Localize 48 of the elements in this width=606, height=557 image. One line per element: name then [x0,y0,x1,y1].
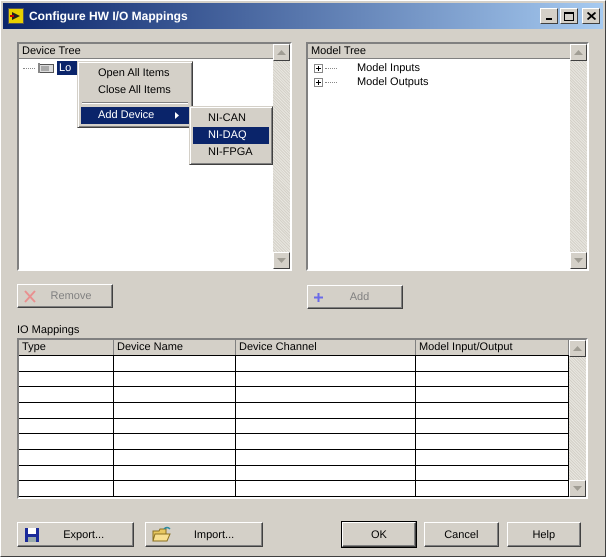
column-header[interactable]: Device Name [114,340,236,355]
down-arrow-icon [573,486,582,491]
tree-item[interactable]: Model Outputs [355,75,431,89]
scroll-up-button[interactable] [570,44,587,61]
menu-item[interactable]: Add Device [81,107,189,124]
scrollbar[interactable] [273,44,290,269]
maximize-icon [564,12,574,20]
up-arrow-icon [574,50,583,55]
expand-icon[interactable] [314,78,323,86]
cross-icon [24,290,36,302]
scroll-down-button[interactable] [273,252,290,269]
folder-icon [152,526,172,543]
menu-item[interactable]: NI-CAN [193,110,269,127]
column-header: Model Tree [308,44,570,59]
minimize-button[interactable] [540,8,558,24]
tree-item[interactable]: Model Inputs [355,61,422,75]
chassis-icon [37,62,55,74]
submenu-arrow-icon [175,112,179,119]
menu-item[interactable]: Open All Items [81,65,189,82]
section-label: IO Mappings [17,323,80,338]
column-header: Device Tree [19,44,273,59]
scrollbar[interactable] [570,44,587,269]
menu-item[interactable]: NI-DAQ [193,127,269,144]
up-arrow-icon [573,346,582,351]
up-arrow-icon [277,50,286,55]
import-button[interactable]: Import... [145,522,263,547]
dialog-button[interactable]: Help [506,522,581,547]
export-button[interactable]: Export... [17,522,134,547]
expand-icon[interactable] [314,64,323,72]
scroll-up-button[interactable] [273,44,290,61]
close-icon [586,12,596,20]
scrollbar[interactable] [569,340,586,497]
maximize-button[interactable] [560,8,578,24]
scroll-up-button[interactable] [569,340,586,357]
close-button[interactable] [582,8,600,24]
app-icon [8,8,24,24]
scroll-down-button[interactable] [569,480,586,497]
column-header[interactable]: Device Channel [236,340,416,355]
menu-item[interactable]: Close All Items [81,82,189,99]
column-header[interactable]: Type [19,340,114,355]
window-title: Configure HW I/O Mappings [29,9,189,23]
down-arrow-icon [574,258,583,263]
plus-icon [314,292,323,302]
down-arrow-icon [277,258,286,263]
dialog-button[interactable]: Cancel [424,522,499,547]
menu-item[interactable]: NI-FPGA [193,144,269,161]
dialog-button[interactable]: OK [342,522,416,547]
scroll-down-button[interactable] [570,252,587,269]
